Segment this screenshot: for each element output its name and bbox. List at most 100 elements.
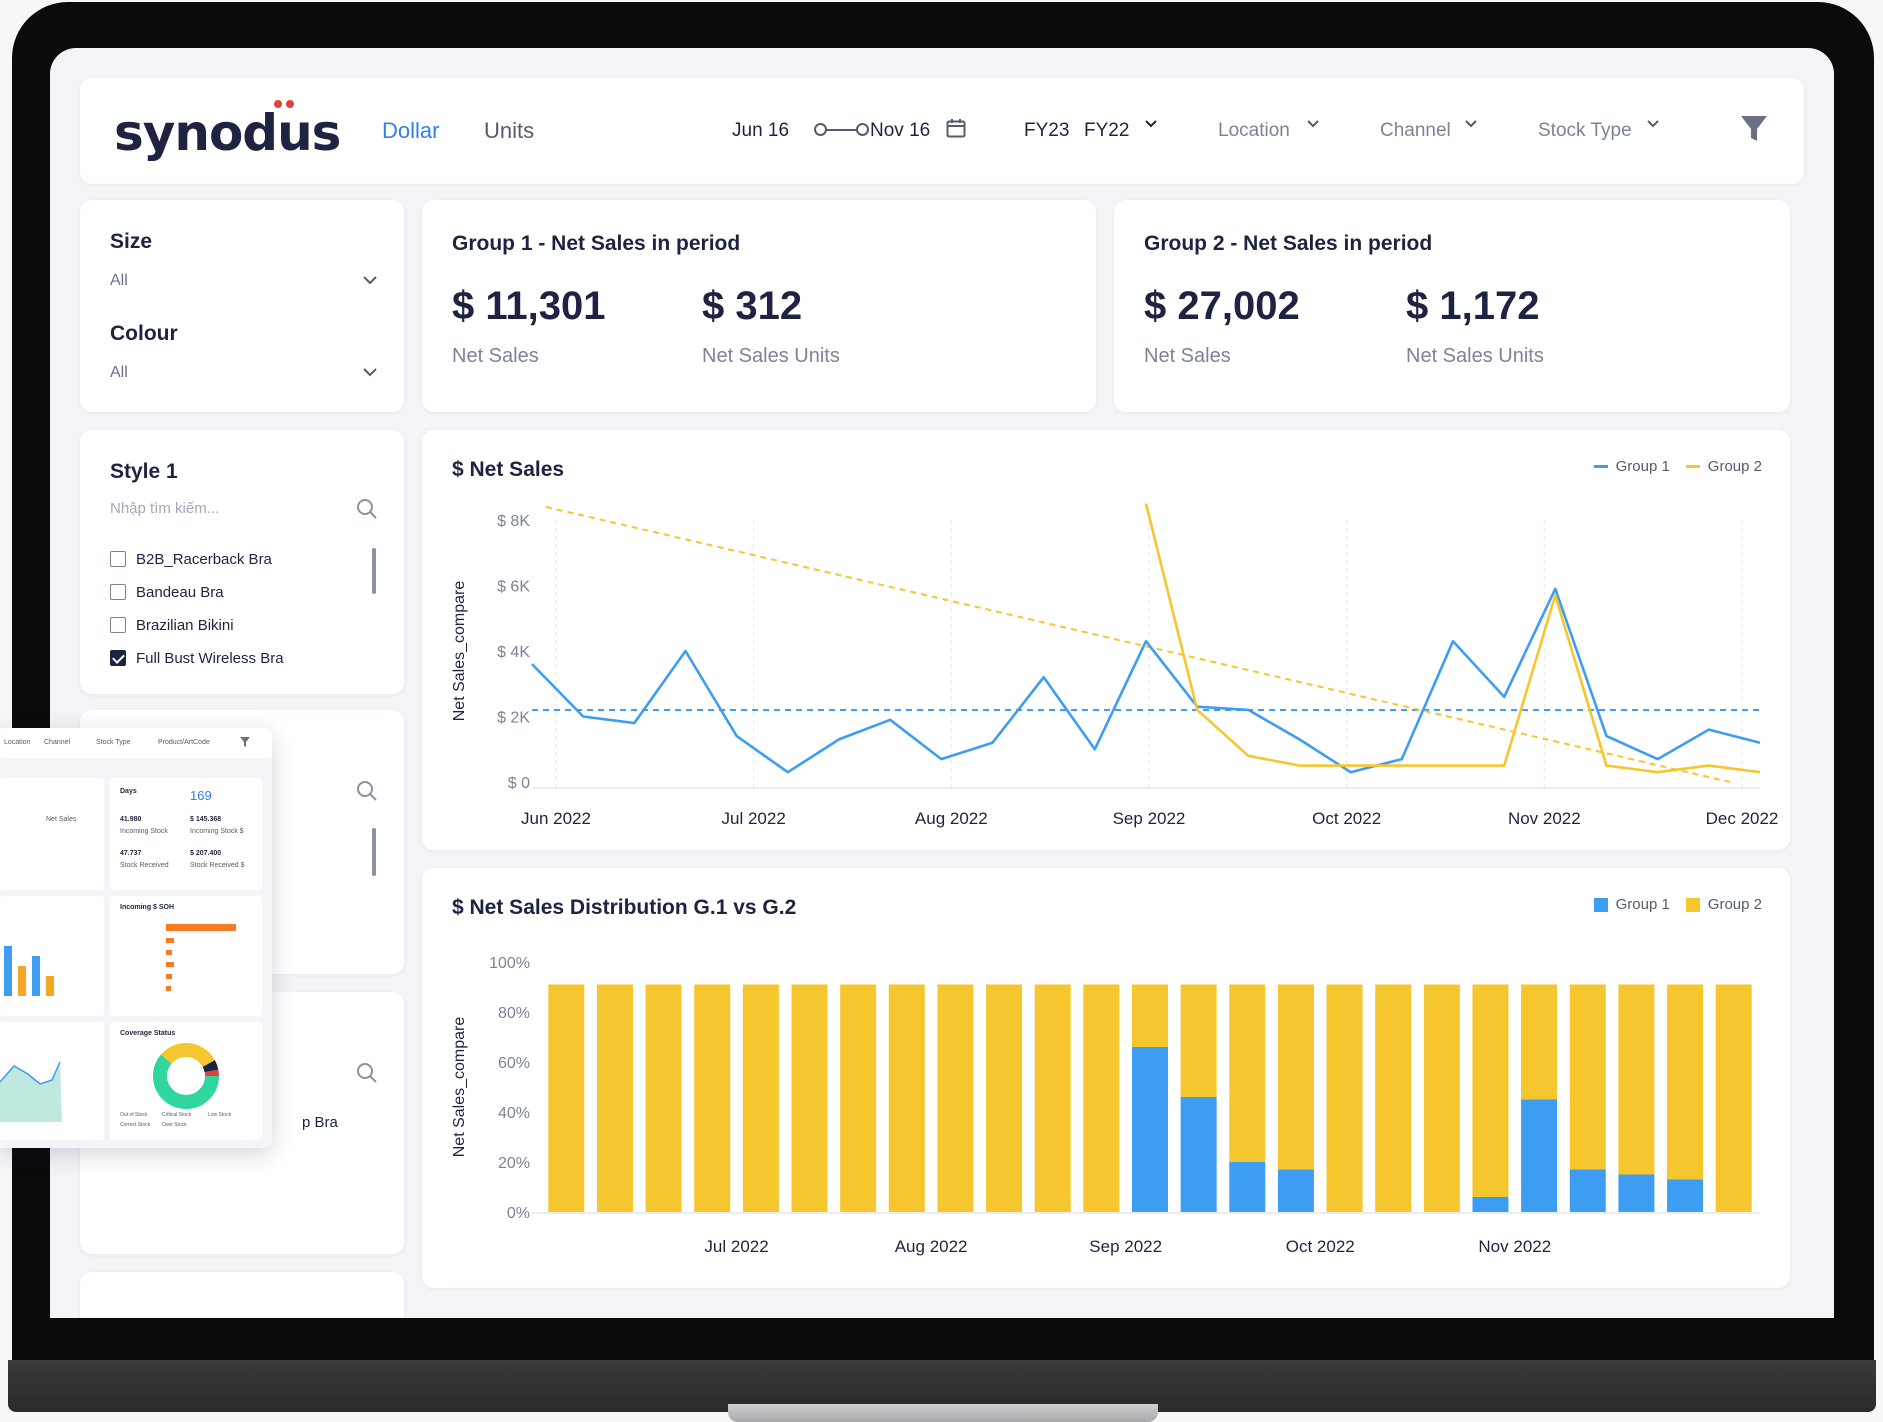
checkbox[interactable] xyxy=(110,584,126,600)
y-tick-label: $ 6K xyxy=(497,579,530,596)
mini-legend: Out of Stock xyxy=(120,1112,148,1118)
date-range-knob-end[interactable] xyxy=(856,123,869,136)
kpi-net-sales-label: Net Sales xyxy=(452,345,539,367)
bar-segment-group1 xyxy=(1277,1169,1314,1212)
style-search-input[interactable]: Nhập tìm kiếm... xyxy=(110,500,219,517)
x-tick-label: Sep 2022 xyxy=(1089,1237,1162,1256)
mini-days-value: 169 xyxy=(190,788,212,803)
y-tick-label: 20% xyxy=(498,1155,530,1172)
mini-filter: Channel xyxy=(44,739,71,746)
chevron-down-icon[interactable] xyxy=(1306,116,1320,130)
mini-filter: Stock Type xyxy=(96,739,131,746)
search-icon[interactable] xyxy=(356,1062,378,1084)
colour-label: Colour xyxy=(110,322,178,345)
mini-legend: Correct Stock xyxy=(120,1122,151,1128)
style-option[interactable]: B2B_Racerback Bra xyxy=(110,548,272,570)
bar-segment-group2 xyxy=(1667,984,1704,1180)
filter-location[interactable]: Location xyxy=(1218,120,1290,142)
mini-soh-bars xyxy=(166,924,236,991)
style-option[interactable]: Brazilian Bikini xyxy=(110,614,234,636)
line-chart-plot: $ 8K $ 6K $ 4K $ 2K $ 0 Net Sales_compare Jun … xyxy=(451,503,1778,828)
chevron-down-icon[interactable] xyxy=(362,364,378,380)
bar-segment-group2 xyxy=(694,984,731,1212)
search-icon[interactable] xyxy=(356,498,378,520)
y-tick-label: 60% xyxy=(498,1055,530,1072)
filter-option-partial[interactable]: p Bra xyxy=(302,1114,338,1131)
filter-funnel-icon[interactable] xyxy=(1740,114,1768,144)
style-filter-card: Style 1 Nhập tìm kiếm... B2B_Racerback B… xyxy=(80,430,404,694)
tab-dollar[interactable]: Dollar xyxy=(382,118,439,144)
chevron-down-icon[interactable] xyxy=(1464,116,1478,130)
net-sales-distribution-chart-card: $ Net Sales Distribution G.1 vs G.2 Grou… xyxy=(422,868,1790,1288)
date-start[interactable]: Jun 16 xyxy=(732,120,789,142)
kpi-card-group1: Group 1 - Net Sales in period $ 11,301 N… xyxy=(422,200,1096,412)
style-option[interactable]: Full Bust Wireless Bra xyxy=(110,647,284,669)
x-tick-label: Nov 2022 xyxy=(1508,809,1581,828)
filter-channel[interactable]: Channel xyxy=(1380,120,1451,142)
bar-segment-group2 xyxy=(742,984,779,1212)
mini-dashboard-preview: Location Channel Stock Type Product/ArtC… xyxy=(0,728,272,1148)
fy-primary[interactable]: FY23 xyxy=(1024,120,1069,142)
scrollbar-thumb[interactable] xyxy=(372,548,376,594)
series-line-group1 xyxy=(531,587,1761,774)
fy-compare[interactable]: FY22 xyxy=(1084,120,1129,142)
bar-segment-group2 xyxy=(645,984,682,1212)
y-tick-label: $ 2K xyxy=(497,710,530,727)
mini-filter: Product/ArtCode xyxy=(158,739,210,746)
mini-label: Net Sales xyxy=(46,816,77,823)
mini-value: 41.980 xyxy=(120,816,142,823)
chevron-down-icon[interactable] xyxy=(1646,116,1660,130)
mini-area-chart xyxy=(0,1061,62,1122)
scrollbar-thumb[interactable] xyxy=(372,828,376,876)
mini-net-sales-card: Net Sales xyxy=(0,778,104,890)
search-icon[interactable] xyxy=(356,780,378,802)
style-label: Style 1 xyxy=(110,460,178,483)
size-label: Size xyxy=(110,230,153,253)
laptop-mockup: synodus Dollar Units Jun 16 Nov 16 FY23 … xyxy=(0,0,1883,1422)
chevron-down-icon[interactable] xyxy=(1144,116,1158,130)
bar-segment-group1 xyxy=(1229,1162,1266,1212)
synodus-logo: synodus xyxy=(114,104,341,162)
colour-select[interactable]: All xyxy=(110,364,128,382)
bar-segment-group2 xyxy=(791,984,828,1212)
bar-segment-group2 xyxy=(1083,984,1120,1212)
date-end[interactable]: Nov 16 xyxy=(870,120,930,142)
bar-segment-group2 xyxy=(1180,984,1217,1097)
laptop-foot xyxy=(728,1404,1158,1422)
mini-bar-card xyxy=(0,896,104,1016)
mini-filter: Location xyxy=(4,739,31,746)
checkbox-checked[interactable] xyxy=(110,650,126,666)
chevron-down-icon[interactable] xyxy=(362,272,378,288)
kpi-title: Group 1 - Net Sales in period xyxy=(452,232,741,255)
kpi-card-group2: Group 2 - Net Sales in period $ 27,002 N… xyxy=(1114,200,1790,412)
bar-segment-group2 xyxy=(1715,984,1752,1212)
mini-label: Incoming Stock $ xyxy=(190,828,244,835)
x-tick-label: Sep 2022 xyxy=(1113,809,1186,828)
kpi-net-sales: $ 11,301 xyxy=(452,284,606,328)
mini-filter-bar: Location Channel Stock Type Product/ArtC… xyxy=(0,728,272,758)
style-option[interactable]: Bandeau Bra xyxy=(110,581,224,603)
checkbox[interactable] xyxy=(110,617,126,633)
y-axis-label: Net Sales_compare xyxy=(451,581,468,722)
bar-segment-group1 xyxy=(1132,1047,1168,1212)
mini-value: 47.737 xyxy=(120,850,142,857)
mini-label: Stock Received xyxy=(120,862,169,869)
mini-coverage-card: Coverage Status Out of Stock Critical St… xyxy=(110,1022,262,1140)
date-range-knob-start[interactable] xyxy=(814,123,827,136)
bar-segment-group2 xyxy=(888,984,925,1212)
calendar-icon[interactable] xyxy=(946,118,966,138)
y-tick-label: 100% xyxy=(489,955,530,972)
size-select[interactable]: All xyxy=(110,272,128,290)
bar-segment-group2 xyxy=(548,984,585,1212)
kpi-net-sales: $ 27,002 xyxy=(1144,284,1300,328)
bar-segment-group2 xyxy=(1423,984,1460,1212)
bar-segment-group2 xyxy=(1034,984,1071,1212)
checkbox[interactable] xyxy=(110,551,126,567)
y-axis-label: Net Sales_compare xyxy=(451,1017,468,1158)
mini-label: Stock Received $ xyxy=(190,862,245,869)
bar-segment-group2 xyxy=(937,984,974,1212)
x-tick-label: Aug 2022 xyxy=(895,1237,968,1256)
tab-units[interactable]: Units xyxy=(484,118,534,144)
filter-stock-type[interactable]: Stock Type xyxy=(1538,120,1632,142)
mini-value: $ 207.400 xyxy=(190,850,222,857)
